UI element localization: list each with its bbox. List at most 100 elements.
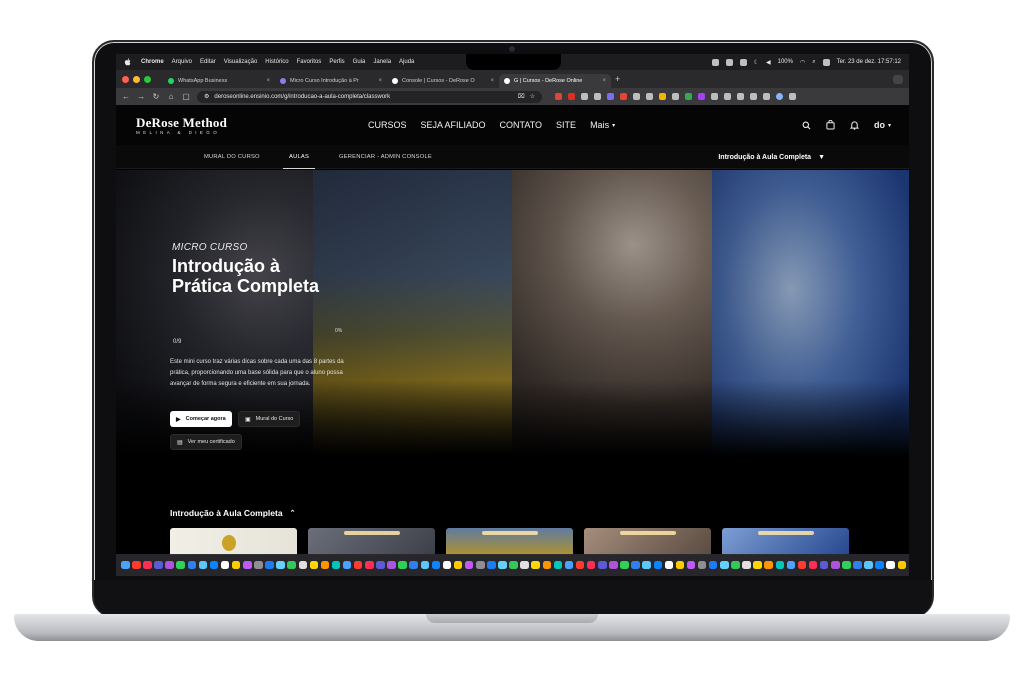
dock-app-icon[interactable]: [342, 560, 352, 570]
dock-app-icon[interactable]: [542, 560, 552, 570]
extension-icon[interactable]: [555, 93, 562, 100]
dock-app-icon[interactable]: [198, 560, 208, 570]
dock-app-icon[interactable]: [431, 560, 441, 570]
dock-app-icon[interactable]: [464, 560, 474, 570]
battery-percent[interactable]: 100%: [778, 59, 793, 65]
dock-app-icon[interactable]: [365, 560, 374, 570]
dock-app-icon[interactable]: [331, 560, 341, 570]
menu-arquivo[interactable]: Arquivo: [172, 59, 192, 65]
nav-mais-dropdown[interactable]: Mais ▾: [590, 120, 615, 130]
menu-favoritos[interactable]: Favoritos: [297, 59, 322, 65]
dock-app-icon[interactable]: [764, 560, 773, 570]
tab-cursos-derose-online[interactable]: G | Cursos - DeRose Online ×: [499, 74, 611, 88]
dock-app-icon[interactable]: [720, 560, 729, 570]
lesson-thumbnail[interactable]: [446, 528, 573, 555]
dock-app-icon[interactable]: [376, 560, 385, 570]
bell-icon[interactable]: [849, 120, 859, 130]
lesson-thumbnail[interactable]: [584, 528, 711, 555]
dock-app-icon[interactable]: [409, 560, 418, 570]
dock-app-icon[interactable]: [298, 560, 307, 570]
back-icon[interactable]: ←: [122, 92, 130, 101]
address-bar[interactable]: ⚙ deroseonline.ensinio.com/g/introducao-…: [197, 90, 542, 103]
extension-icon[interactable]: [672, 93, 679, 100]
dock-app-icon[interactable]: [664, 560, 674, 570]
dock-app-icon[interactable]: [353, 560, 363, 570]
dock-app-icon[interactable]: [598, 560, 607, 570]
nav-seja-afiliado[interactable]: SEJA AFILIADO: [421, 120, 486, 130]
menu-historico[interactable]: Histórico: [265, 59, 288, 65]
forward-icon[interactable]: →: [137, 92, 145, 101]
dock-app-icon[interactable]: [753, 560, 762, 570]
wifi-icon[interactable]: ◠: [800, 59, 805, 66]
dock-app-icon[interactable]: [731, 560, 740, 570]
extension-icon[interactable]: [620, 93, 627, 100]
profile-avatar[interactable]: [776, 93, 783, 100]
split-view-icon[interactable]: ▢: [182, 92, 190, 101]
nav-contato[interactable]: CONTATO: [500, 120, 543, 130]
moon-icon[interactable]: ☾: [754, 59, 759, 66]
dock-app-icon[interactable]: [398, 560, 407, 570]
dock-app-icon[interactable]: [265, 560, 274, 570]
dock-app-icon[interactable]: [786, 560, 796, 570]
subnav-gerenciar-admin-console[interactable]: GERENCIAR - ADMIN CONSOLE: [339, 145, 432, 169]
dock-app-icon[interactable]: [609, 560, 618, 570]
dock-app-icon[interactable]: [231, 560, 241, 570]
course-wall-button[interactable]: ▣ Mural do Curso: [238, 411, 301, 427]
dock-app-icon[interactable]: [553, 560, 563, 570]
dock-app-icon[interactable]: [775, 560, 785, 570]
dock-app-icon[interactable]: [498, 560, 507, 570]
dock-app-icon[interactable]: [742, 560, 751, 570]
menu-ajuda[interactable]: Ajuda: [399, 59, 414, 65]
dock-app-icon[interactable]: [487, 560, 496, 570]
reload-icon[interactable]: ↻: [152, 92, 160, 101]
search-icon[interactable]: [802, 121, 811, 130]
extension-icon[interactable]: [698, 93, 705, 100]
dock-app-icon[interactable]: [509, 560, 518, 570]
subnav-mural-do-curso[interactable]: MURAL DO CURSO: [204, 145, 260, 169]
view-certificate-button[interactable]: ▤ Ver meu certificado: [170, 434, 242, 450]
menu-app-chrome[interactable]: Chrome: [141, 59, 164, 65]
nav-site[interactable]: SITE: [556, 120, 576, 130]
dock-app-icon[interactable]: [287, 560, 296, 570]
extension-icon[interactable]: [659, 93, 666, 100]
dock-app-icon[interactable]: [176, 560, 185, 570]
close-tab-icon[interactable]: ×: [490, 78, 494, 84]
dock-app-icon[interactable]: [653, 560, 662, 570]
dock-app-icon[interactable]: [808, 560, 818, 570]
menu-janela[interactable]: Janela: [373, 59, 391, 65]
extension-icon[interactable]: [568, 93, 575, 100]
user-menu[interactable]: do ▾: [874, 120, 891, 130]
control-center-icon[interactable]: [822, 58, 830, 66]
dock-app-icon[interactable]: [842, 560, 851, 570]
minimize-window-button[interactable]: [133, 75, 140, 83]
dock-app-icon[interactable]: [531, 560, 540, 570]
url-text[interactable]: deroseonline.ensinio.com/g/introducao-a-…: [214, 94, 512, 100]
dock-app-icon[interactable]: [209, 560, 219, 570]
site-info-icon[interactable]: ⚙: [204, 93, 209, 100]
lesson-thumbnail[interactable]: [308, 528, 435, 555]
apple-icon[interactable]: [124, 58, 131, 66]
extension-icon[interactable]: [581, 93, 588, 100]
dock-app-icon[interactable]: [165, 560, 174, 570]
tab-micro-curso[interactable]: Micro Curso Introdução à Pr ×: [275, 74, 387, 88]
dock-app-icon[interactable]: [575, 560, 585, 570]
nav-cursos[interactable]: CURSOS: [368, 120, 407, 130]
dock-app-icon[interactable]: [564, 560, 574, 570]
dock-app-icon[interactable]: [819, 560, 829, 570]
close-tab-icon[interactable]: ×: [378, 78, 382, 84]
translate-icon[interactable]: ⌧: [518, 93, 525, 100]
dock-app-icon[interactable]: [387, 560, 396, 570]
zoom-window-button[interactable]: [144, 75, 151, 83]
extension-icon[interactable]: [711, 93, 718, 100]
dock-app-icon[interactable]: [586, 560, 596, 570]
course-selector-dropdown[interactable]: Introdução à Aula Completa ▼: [718, 145, 825, 169]
puzzle-icon[interactable]: [724, 93, 731, 100]
kebab-menu-icon[interactable]: [789, 93, 796, 100]
dock-app-icon[interactable]: [320, 560, 330, 570]
dock-app-icon[interactable]: [620, 560, 629, 570]
dock-app-icon[interactable]: [442, 560, 452, 570]
lesson-thumbnail[interactable]: [170, 528, 297, 555]
menu-guia[interactable]: Guia: [353, 59, 366, 65]
dock-app-icon[interactable]: [254, 560, 263, 570]
dock-app-icon[interactable]: [243, 560, 252, 570]
